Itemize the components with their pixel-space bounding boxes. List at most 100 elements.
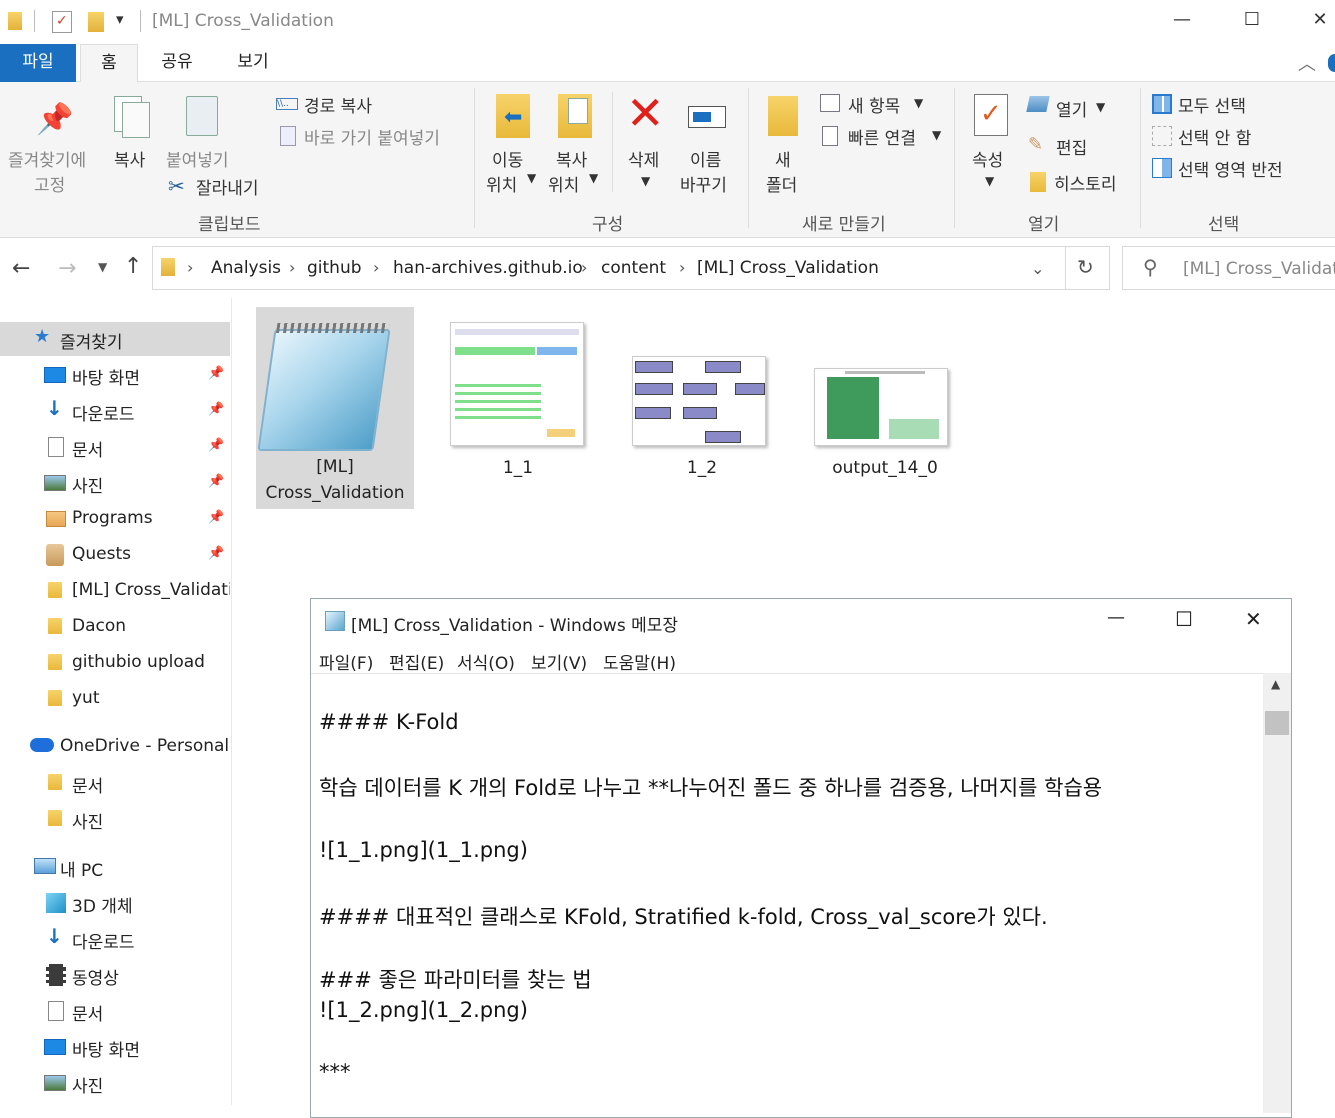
menu-view[interactable]: 보기(V) — [531, 649, 587, 674]
menu-format[interactable]: 서식(O) — [457, 649, 515, 674]
search-input[interactable]: ⚲ [ML] Cross_Validat... — [1122, 246, 1335, 290]
scroll-up-icon[interactable]: ▲ — [1271, 677, 1280, 691]
collapse-ribbon-icon[interactable]: ︿ — [1298, 50, 1316, 76]
maximize-button[interactable]: ☐ — [1175, 607, 1193, 631]
tab-file[interactable]: 파일 — [0, 44, 76, 82]
pin-icon: 📌 — [208, 510, 225, 525]
delete-icon: ✕ — [626, 86, 665, 140]
text-line: *** — [319, 1060, 351, 1084]
nav-item-documents[interactable]: 문서 📌 — [0, 430, 230, 464]
chevron-right-icon[interactable]: › — [679, 258, 685, 277]
chevron-down-icon: ▼ — [527, 171, 537, 185]
nav-onedrive[interactable]: OneDrive - Personal — [0, 730, 230, 764]
folder-icon — [161, 258, 175, 276]
nav-label: 문서 — [72, 441, 104, 461]
recent-locations-icon[interactable]: ▼ — [98, 260, 107, 274]
nav-quick-access[interactable]: ★ 즐겨찾기 — [0, 322, 230, 356]
nav-item-quests[interactable]: Quests 📌 — [0, 538, 230, 572]
separator — [474, 88, 475, 228]
pictures-icon — [44, 1075, 66, 1091]
vertical-scrollbar[interactable]: ▲ — [1263, 673, 1291, 1113]
nav-item-onedrive-pictures[interactable]: 사진 — [0, 802, 230, 836]
file-name: [ML] — [316, 457, 354, 477]
file-item-1-1[interactable]: 1_1 — [440, 312, 596, 482]
address-field[interactable]: › Analysis › github › han-archives.githu… — [152, 246, 1110, 290]
nav-item-pc-downloads[interactable]: ↓ 다운로드 — [0, 922, 230, 956]
tab-view[interactable]: 보기 — [226, 44, 280, 82]
nav-item-desktop[interactable]: 바탕 화면 📌 — [0, 358, 230, 392]
minimize-button[interactable]: — — [1107, 607, 1125, 628]
properties-quick-icon[interactable]: ✓ — [52, 11, 72, 33]
quick-access-dropdown-icon[interactable]: ▾ — [116, 10, 124, 28]
breadcrumb-cross-validation[interactable]: [ML] Cross_Validation — [697, 258, 879, 278]
delete-label: 삭제 — [628, 151, 660, 171]
tab-home[interactable]: 홈 — [80, 44, 138, 83]
breadcrumb-content[interactable]: content — [601, 258, 666, 278]
nav-item-pc-pictures[interactable]: 사진 — [0, 1066, 230, 1100]
nav-item-pc-documents[interactable]: 문서 — [0, 994, 230, 1028]
nav-item-onedrive-documents[interactable]: 문서 — [0, 766, 230, 800]
nav-this-pc[interactable]: 내 PC — [0, 850, 230, 884]
select-all-icon — [1152, 94, 1172, 114]
scrollbar-thumb[interactable] — [1265, 711, 1289, 735]
copy-path-icon: \\.. — [276, 98, 298, 110]
download-arrow-icon: ↓ — [46, 396, 63, 420]
menu-edit[interactable]: 편집(E) — [389, 649, 444, 674]
chevron-right-icon[interactable]: › — [373, 258, 379, 277]
breadcrumb-github[interactable]: github — [307, 258, 362, 278]
text-line: 학습 데이터를 K 개의 Fold로 나누고 **나누어진 폴드 중 하나를 검… — [319, 776, 1103, 800]
menu-help[interactable]: 도움말(H) — [603, 649, 676, 674]
file-explorer-window: ✓ ▾ [ML] Cross_Validation — ☐ ✕ 파일 홈 공유 … — [0, 0, 1335, 1118]
refresh-icon[interactable]: ↻ — [1077, 255, 1094, 279]
nav-item-videos[interactable]: 동영상 — [0, 958, 230, 992]
nav-item-downloads[interactable]: ↓ 다운로드 📌 — [0, 394, 230, 428]
copy-to-icon — [558, 94, 592, 138]
cube-icon — [46, 893, 66, 913]
chevron-right-icon[interactable]: › — [581, 258, 587, 277]
new-item-icon — [820, 94, 840, 112]
notepad-icon — [257, 323, 391, 451]
nav-label: 바탕 화면 — [72, 369, 140, 389]
maximize-button[interactable]: ☐ — [1240, 8, 1264, 32]
folder-icon — [8, 12, 22, 30]
chevron-right-icon[interactable]: › — [187, 258, 193, 277]
nav-item-pictures[interactable]: 사진 📌 — [0, 466, 230, 500]
help-icon[interactable] — [1328, 54, 1335, 72]
forward-arrow-icon[interactable]: → — [58, 256, 76, 281]
cloud-icon — [30, 738, 54, 752]
address-history-icon[interactable]: ⌄ — [1031, 259, 1044, 278]
breadcrumb-han-archives[interactable]: han-archives.github.io — [393, 258, 583, 278]
up-arrow-icon[interactable]: ↑ — [124, 254, 142, 279]
tab-share[interactable]: 공유 — [150, 44, 204, 82]
new-folder-quick-icon[interactable] — [88, 12, 104, 32]
notepad-text-area[interactable]: #### K-Fold 학습 데이터를 K 개의 Fold로 나누고 **나누어… — [311, 673, 1263, 1113]
back-arrow-icon[interactable]: ← — [12, 256, 30, 281]
file-item-1-2[interactable]: 1_2 — [624, 312, 780, 482]
file-name: 1_2 — [686, 458, 718, 478]
nav-item-pc-desktop[interactable]: 바탕 화면 — [0, 1030, 230, 1064]
paste-icon — [186, 96, 218, 136]
history-label: 히스토리 — [1054, 175, 1117, 195]
nav-item-githubio-upload[interactable]: githubio upload — [0, 646, 230, 680]
nav-item-3d-objects[interactable]: 3D 개체 — [0, 886, 230, 920]
address-bar: ← → ▼ ↑ › Analysis › github › han-archiv… — [0, 238, 1335, 298]
nav-item-ml-cross-validation[interactable]: [ML] Cross_Validatio — [0, 574, 230, 608]
nav-item-yut[interactable]: yut — [0, 682, 230, 716]
file-name: 1_1 — [502, 458, 534, 478]
nav-label: 문서 — [72, 777, 104, 797]
chevron-right-icon[interactable]: › — [289, 258, 295, 277]
minimize-button[interactable]: — — [1170, 8, 1194, 32]
properties-icon: ✓ — [974, 94, 1008, 136]
separator — [1065, 247, 1066, 289]
edit-label: 편집 — [1056, 139, 1088, 159]
file-name-2: Cross_Validation — [265, 483, 405, 503]
menu-file[interactable]: 파일(F) — [319, 649, 373, 674]
file-item-ml-cross-validation[interactable]: [ML] Cross_Validation — [256, 307, 414, 509]
file-item-output-14-0[interactable]: output_14_0 — [806, 312, 964, 482]
nav-item-programs[interactable]: Programs 📌 — [0, 502, 230, 536]
nav-item-dacon[interactable]: Dacon — [0, 610, 230, 644]
breadcrumb-analysis[interactable]: Analysis — [211, 258, 281, 278]
copy-icon-back — [122, 102, 150, 138]
close-button[interactable]: ✕ — [1308, 8, 1332, 32]
close-button[interactable]: ✕ — [1245, 607, 1262, 631]
